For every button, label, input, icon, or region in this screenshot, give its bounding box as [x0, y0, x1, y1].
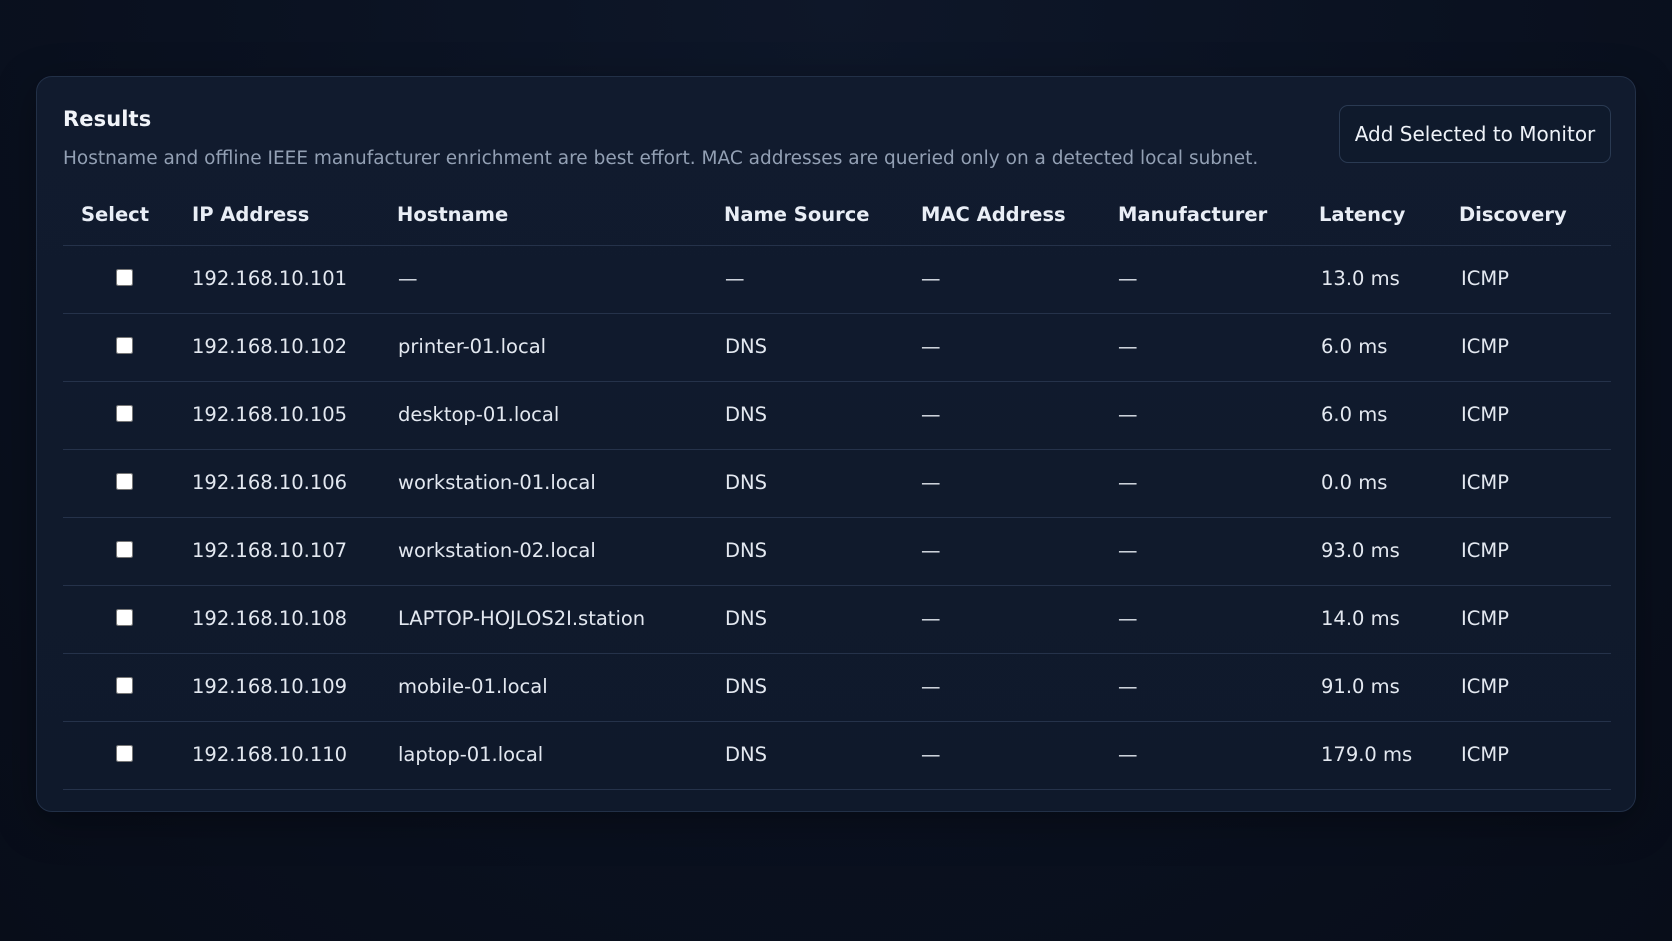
ip-address-cell: 192.168.10.109 — [192, 675, 348, 698]
hostname-cell: — — [398, 267, 418, 290]
latency-cell: 0.0 ms — [1321, 471, 1388, 494]
column-header-mac-address: MAC Address — [921, 203, 1066, 226]
row-select-checkbox[interactable] — [116, 677, 133, 694]
latency-cell: 6.0 ms — [1321, 403, 1388, 426]
hostname-cell: laptop-01.local — [398, 743, 544, 766]
name-source-cell: DNS — [725, 675, 767, 698]
ip-address-cell: 192.168.10.110 — [192, 743, 348, 766]
discovery-cell: ICMP — [1461, 267, 1509, 290]
row-select-checkbox[interactable] — [116, 337, 133, 354]
hostname-cell: printer-01.local — [398, 335, 547, 358]
table-row: 192.168.10.105 desktop-01.local DNS — — 6.0 m… — [63, 382, 1611, 450]
manufacturer-cell: — — [1118, 267, 1138, 290]
mac-address-cell: — — [921, 267, 941, 290]
row-select-checkbox[interactable] — [116, 405, 133, 422]
manufacturer-cell: — — [1118, 335, 1138, 358]
latency-cell: 93.0 ms — [1321, 539, 1400, 562]
hostname-cell: workstation-02.local — [398, 539, 596, 562]
name-source-cell: DNS — [725, 607, 767, 630]
latency-cell: 6.0 ms — [1321, 335, 1388, 358]
ip-address-cell: 192.168.10.108 — [192, 607, 348, 630]
ip-address-cell: 192.168.10.105 — [192, 403, 348, 426]
ip-address-cell: 192.168.10.107 — [192, 539, 348, 562]
table-row: 192.168.10.109 mobile-01.local DNS — — 91.0 m… — [63, 654, 1611, 722]
column-header-latency: Latency — [1319, 203, 1406, 226]
column-header-hostname: Hostname — [397, 203, 509, 226]
results-title: Results — [63, 107, 152, 131]
latency-cell: 13.0 ms — [1321, 267, 1400, 290]
discovery-cell: ICMP — [1461, 539, 1509, 562]
ip-address-cell: 192.168.10.106 — [192, 471, 348, 494]
name-source-cell: DNS — [725, 743, 767, 766]
table-row: 192.168.10.108 LAPTOP-HOJLOS2I.station DNS… — [63, 586, 1611, 654]
results-table: Select IP Address Hostname Name Source M… — [63, 185, 1611, 790]
latency-cell: 14.0 ms — [1321, 607, 1400, 630]
hostname-cell: workstation-01.local — [398, 471, 596, 494]
mac-address-cell: — — [921, 471, 941, 494]
table-body: 192.168.10.101— — — —13.0 ms ICMP 192.168.10.… — [63, 246, 1611, 790]
column-header-select: Select — [81, 203, 150, 226]
ip-address-cell: 192.168.10.102 — [192, 335, 348, 358]
mac-address-cell: — — [921, 403, 941, 426]
column-header-name-source: Name Source — [724, 203, 870, 226]
manufacturer-cell: — — [1118, 471, 1138, 494]
mac-address-cell: — — [921, 675, 941, 698]
discovery-cell: ICMP — [1461, 335, 1509, 358]
manufacturer-cell: — — [1118, 675, 1138, 698]
results-panel: Results Hostname and offline IEEE manufa… — [36, 76, 1636, 812]
table-row: 192.168.10.110 laptop-01.local DNS — — 179.0 … — [63, 722, 1611, 790]
discovery-cell: ICMP — [1461, 743, 1509, 766]
column-header-manufacturer: Manufacturer — [1118, 203, 1268, 226]
row-select-checkbox[interactable] — [116, 609, 133, 626]
manufacturer-cell: — — [1118, 607, 1138, 630]
row-select-checkbox[interactable] — [116, 269, 133, 286]
discovery-cell: ICMP — [1461, 403, 1509, 426]
results-subtitle: Hostname and offline IEEE manufacturer e… — [63, 148, 1259, 169]
latency-cell: 179.0 ms — [1321, 743, 1413, 766]
mac-address-cell: — — [921, 539, 941, 562]
hostname-cell: mobile-01.local — [398, 675, 548, 698]
hostname-cell: LAPTOP-HOJLOS2I.station — [398, 607, 646, 630]
table-row: 192.168.10.106 workstation-01.local DNS — — 0… — [63, 450, 1611, 518]
manufacturer-cell: — — [1118, 539, 1138, 562]
name-source-cell: DNS — [725, 335, 767, 358]
table-row: 192.168.10.107 workstation-02.local DNS — — 9… — [63, 518, 1611, 586]
hostname-cell: desktop-01.local — [398, 403, 560, 426]
table-row: 192.168.10.101 — — — — 13.0 ms ICMP — [63, 246, 1611, 314]
manufacturer-cell: — — [1118, 403, 1138, 426]
table-header: Select IP Address Hostname Name Source M… — [63, 185, 1611, 246]
add-selected-to-monitor-button[interactable]: Add Selected to Monitor — [1339, 105, 1611, 163]
name-source-cell: DNS — [725, 471, 767, 494]
name-source-cell: DNS — [725, 539, 767, 562]
mac-address-cell: — — [921, 335, 941, 358]
column-header-ip-address: IP Address — [192, 203, 310, 226]
discovery-cell: ICMP — [1461, 607, 1509, 630]
name-source-cell: DNS — [725, 403, 767, 426]
name-source-cell: — — [725, 267, 745, 290]
row-select-checkbox[interactable] — [116, 745, 133, 762]
row-select-checkbox[interactable] — [116, 541, 133, 558]
row-select-checkbox[interactable] — [116, 473, 133, 490]
ip-address-cell: 192.168.10.101 — [192, 267, 348, 290]
discovery-cell: ICMP — [1461, 471, 1509, 494]
table-row: 192.168.10.102 printer-01.local DNS — — 6.0 m… — [63, 314, 1611, 382]
column-header-discovery: Discovery — [1459, 203, 1567, 226]
latency-cell: 91.0 ms — [1321, 675, 1400, 698]
discovery-cell: ICMP — [1461, 675, 1509, 698]
mac-address-cell: — — [921, 607, 941, 630]
mac-address-cell: — — [921, 743, 941, 766]
manufacturer-cell: — — [1118, 743, 1138, 766]
